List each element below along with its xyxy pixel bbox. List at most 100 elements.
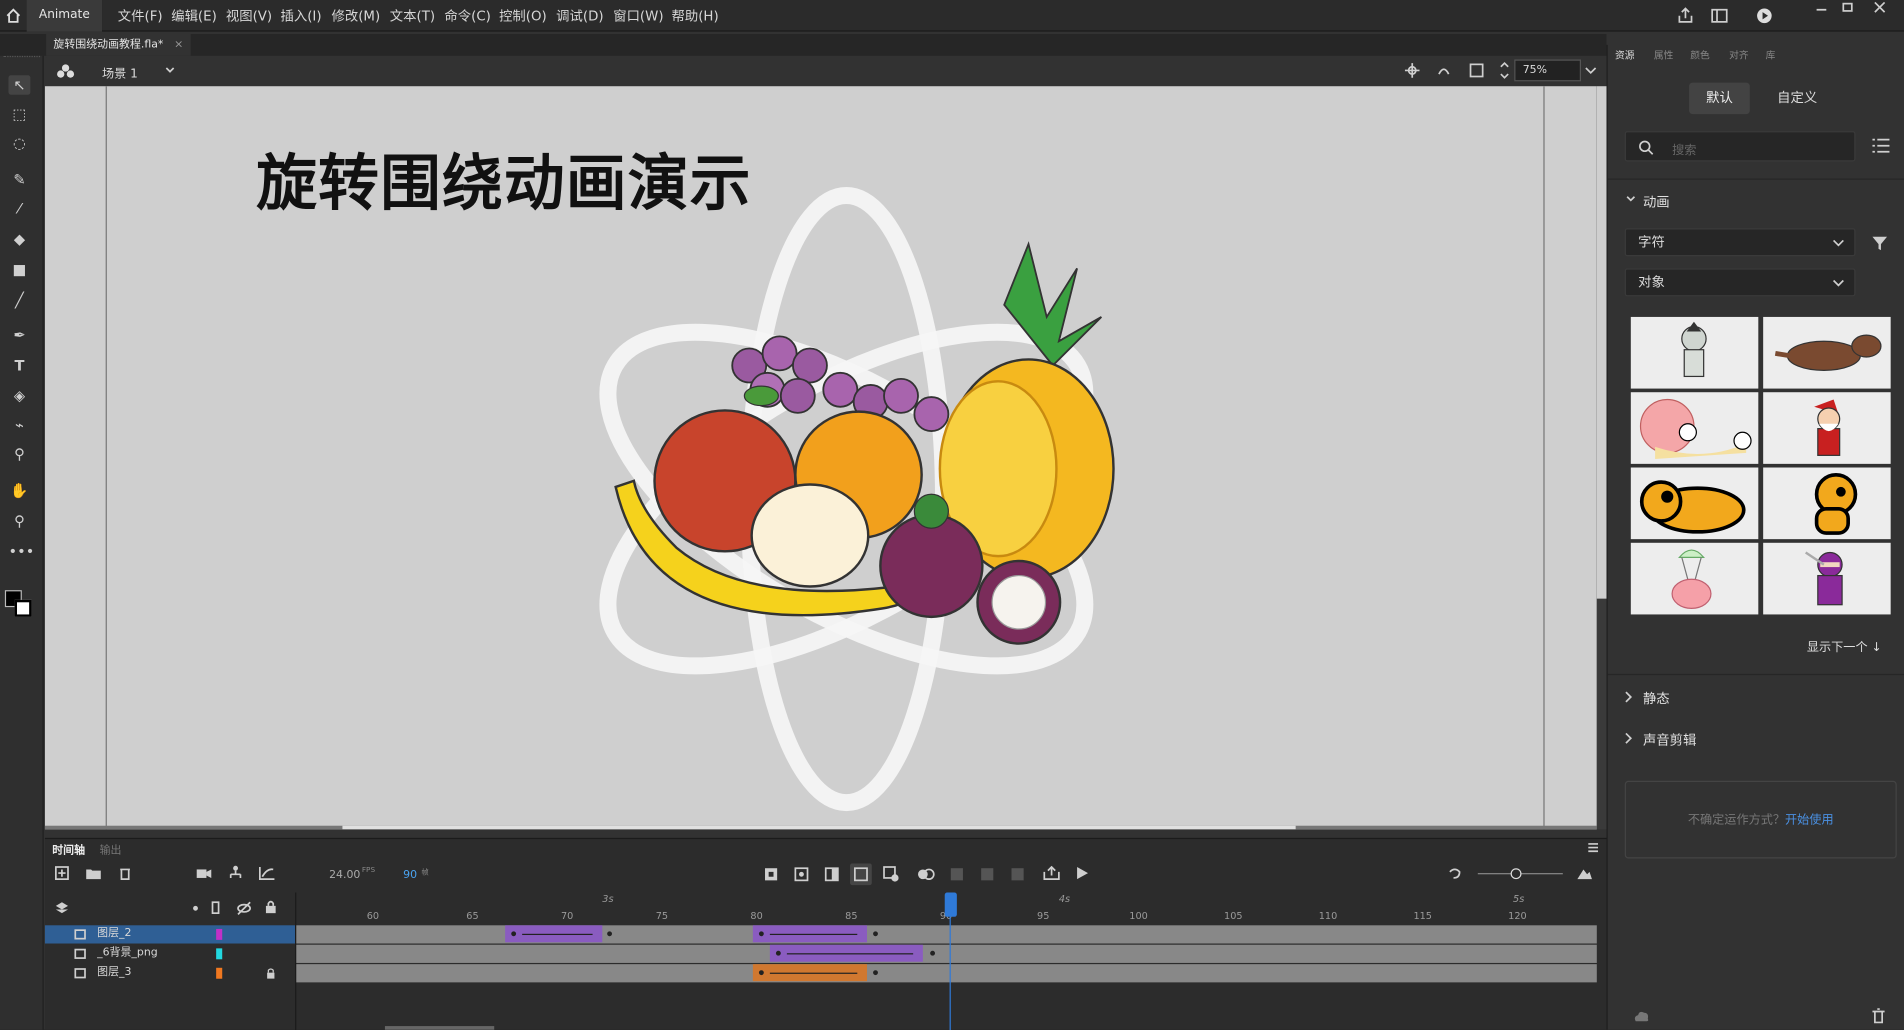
graph-icon[interactable] (259, 866, 276, 881)
type-dropdown[interactable]: 对象 (1624, 268, 1856, 297)
zoom-icon[interactable]: ⚲ (9, 511, 31, 530)
layer-name[interactable]: 图层_3 (97, 964, 131, 982)
test-movie-icon[interactable] (1755, 6, 1774, 25)
layer-name[interactable]: _6背景_png (97, 945, 158, 963)
panel-tab-color[interactable]: 颜色 (1690, 49, 1709, 62)
eyedropper-icon[interactable]: ⌁ (9, 415, 31, 434)
panel-tab-library[interactable]: 库 (1766, 49, 1776, 62)
outline-icon[interactable] (210, 901, 222, 916)
document-tab[interactable]: 旋转围绕动画教程.fla* × (46, 34, 191, 56)
panel-tab-properties[interactable]: 属性 (1654, 49, 1673, 62)
category-dropdown[interactable]: 字符 (1624, 228, 1856, 257)
get-started-link[interactable]: 开始使用 (1785, 814, 1834, 827)
asset-thumb-dog-sleeping[interactable] (1630, 467, 1759, 540)
rectangle-icon[interactable]: ■ (9, 260, 31, 279)
lock-all-icon[interactable] (265, 900, 277, 915)
chevron-right-icon[interactable] (1624, 691, 1634, 703)
export-icon[interactable] (1043, 865, 1060, 881)
mode-tab-default[interactable]: 默认 (1689, 82, 1750, 115)
menu-insert[interactable]: 插入(I) (281, 6, 322, 25)
pen-icon[interactable]: ✒ (9, 325, 31, 344)
stage-area[interactable]: 旋转围绕动画演示 (44, 86, 1597, 830)
pin-icon[interactable]: ⚲ (9, 444, 31, 463)
tween-span[interactable] (752, 964, 868, 982)
search-field[interactable]: 搜索 (1624, 131, 1856, 162)
tween-icon[interactable] (883, 866, 900, 883)
tween-span[interactable] (505, 925, 603, 943)
trash-icon[interactable] (1870, 1008, 1887, 1025)
close-tab-icon[interactable]: × (174, 39, 183, 51)
layer-name[interactable]: 图层_2 (97, 925, 131, 943)
cloud-icon[interactable] (1632, 1008, 1651, 1025)
menu-edit[interactable]: 编辑(E) (171, 6, 217, 25)
section-static[interactable]: 静态 (1643, 689, 1670, 708)
hand-icon[interactable]: ✋ (9, 481, 31, 500)
menu-debug[interactable]: 调试(D) (556, 6, 603, 25)
layer-parenting-icon[interactable] (227, 865, 244, 882)
menu-text[interactable]: 文本(T) (390, 6, 435, 25)
fill-color-swatch[interactable] (14, 599, 32, 617)
paint-brush-icon[interactable]: ✎ (9, 170, 31, 189)
fruit-artwork[interactable] (567, 183, 1126, 814)
current-frame[interactable]: 90 (403, 869, 417, 881)
panel-menu-icon[interactable] (1587, 843, 1599, 853)
onion-skin-outline-icon[interactable] (917, 867, 936, 882)
edit-multiple-icon[interactable] (950, 867, 965, 882)
menu-modify[interactable]: 修改(M) (332, 6, 381, 25)
play-icon[interactable] (1075, 866, 1090, 881)
workspace-icon[interactable] (1710, 6, 1729, 25)
rotation-tool-icon[interactable] (1434, 62, 1453, 79)
asset-thumb-ninja[interactable] (1763, 542, 1891, 615)
close-window-icon[interactable] (1870, 0, 1889, 15)
chevron-right-icon[interactable] (1624, 732, 1634, 744)
fps-value[interactable]: 24.00 (329, 869, 360, 881)
onion-range-icon[interactable] (1010, 867, 1025, 882)
camera-icon[interactable] (196, 867, 213, 879)
selection-tool-icon[interactable]: ↖ (8, 75, 31, 95)
asset-thumb-santa[interactable] (1763, 392, 1891, 464)
layer-row-2[interactable]: _6背景_png (45, 945, 295, 963)
new-layer-icon[interactable] (55, 866, 70, 881)
panel-tab-align[interactable]: 对齐 (1729, 49, 1748, 62)
layer-row-1[interactable]: 图层_2 (44, 925, 296, 944)
layer-color-swatch[interactable] (216, 928, 223, 940)
frames-row-2[interactable] (296, 944, 1597, 963)
frames-row-1[interactable] (296, 925, 1597, 944)
stage-vscrollbar[interactable] (1596, 86, 1607, 830)
mode-tab-custom[interactable]: 自定义 (1763, 83, 1831, 115)
menu-window[interactable]: 窗口(W) (613, 6, 663, 25)
timeline-hscroll[interactable] (384, 1026, 495, 1030)
loop-disabled-icon[interactable] (980, 867, 995, 882)
playhead[interactable] (944, 892, 957, 917)
asset-thumb-dog-sitting[interactable] (1763, 467, 1891, 540)
text-tool-icon[interactable]: T (9, 356, 31, 375)
undo-zoom-icon[interactable] (1446, 866, 1463, 881)
mountains-icon[interactable] (1576, 866, 1593, 881)
layer-row-3[interactable]: 图层_3 (45, 964, 295, 982)
eraser-icon[interactable]: ◆ (9, 230, 31, 249)
paint-bucket-icon[interactable]: ◈ (9, 386, 31, 405)
brush-icon[interactable]: ⁄ (9, 199, 31, 218)
zoom-dropdown-icon[interactable] (1582, 62, 1599, 79)
center-stage-icon[interactable] (1404, 62, 1421, 79)
more-tools-icon[interactable]: ••• (9, 542, 35, 561)
menu-view[interactable]: 视图(V) (226, 6, 272, 25)
layer-color-swatch[interactable] (216, 967, 223, 979)
asset-thumb-pig-parachute[interactable] (1630, 542, 1759, 615)
stage-hscrollbar[interactable] (44, 825, 1597, 830)
delete-layer-icon[interactable] (118, 866, 133, 881)
restore-icon[interactable] (1838, 0, 1857, 15)
asset-thumb-werewolf[interactable] (1763, 316, 1891, 389)
tween-span[interactable] (769, 944, 923, 962)
layer-color-swatch[interactable] (216, 948, 223, 960)
zoom-input[interactable]: 75% (1514, 59, 1582, 82)
timeline-tab[interactable]: 时间轴 (52, 842, 85, 857)
show-all-icon[interactable] (193, 905, 198, 911)
asset-thumb-mummy[interactable] (1630, 316, 1759, 389)
panel-tab-assets[interactable]: 资源 (1615, 49, 1634, 62)
section-sound-clips[interactable]: 声音剪辑 (1643, 730, 1696, 749)
keyframe-icon[interactable] (764, 867, 779, 882)
new-folder-icon[interactable] (85, 866, 102, 881)
free-transform-icon[interactable]: ⬚ (9, 104, 31, 123)
asset-thumb-snail[interactable] (1630, 392, 1759, 464)
